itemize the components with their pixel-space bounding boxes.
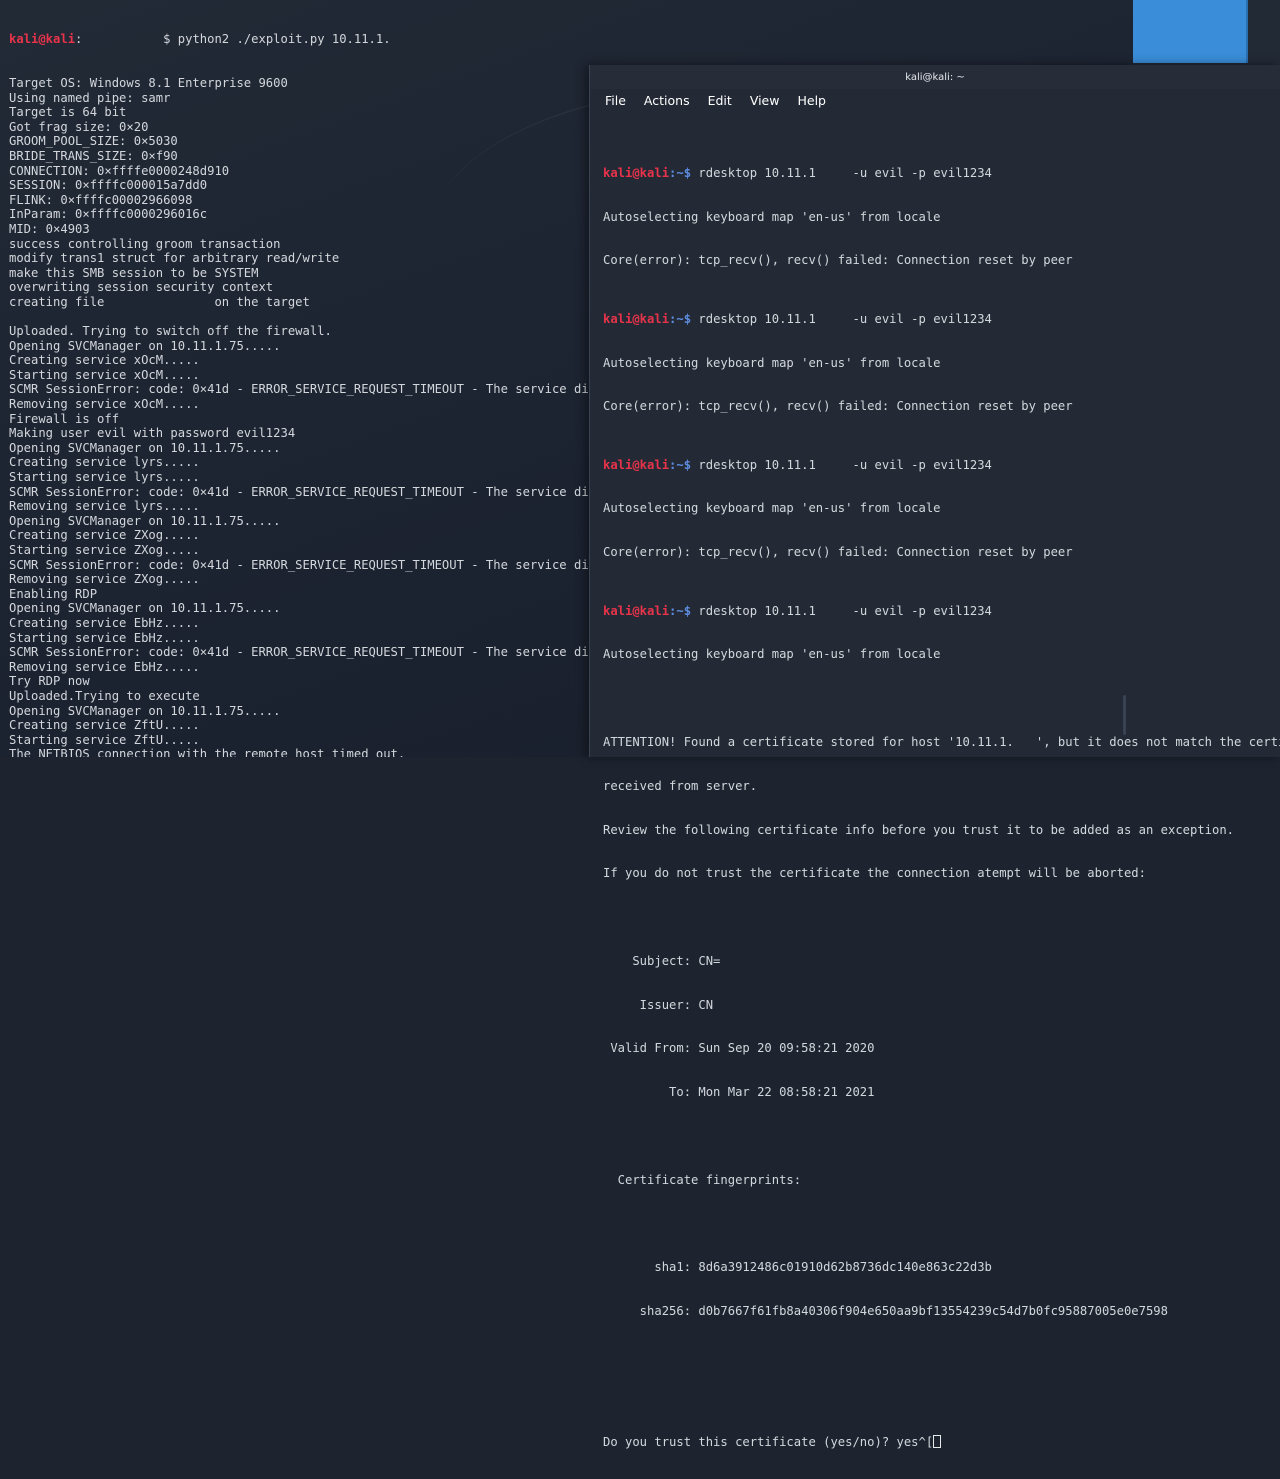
bg-command-line: kali@kali: $ python2 ./exploit.py 10.11.… (9, 32, 391, 47)
fg-command-line: kali@kali:~$ rdesktop 10.11.1 -u evil -p… (603, 603, 992, 618)
fg-command-line: kali@kali:~$ rdesktop 10.11.1 -u evil -p… (603, 457, 992, 472)
cert-subject: Subject: CN= (603, 953, 721, 968)
fg-error-line: Core(error): tcp_recv(), recv() failed: … (603, 399, 1073, 414)
fg-locale-line: Autoselecting keyboard map 'en-us' from … (603, 501, 941, 516)
cert-issuer: Issuer: CN (603, 997, 714, 1012)
fg-error-line: Core(error): tcp_recv(), recv() failed: … (603, 253, 1073, 268)
menu-view[interactable]: View (750, 93, 780, 108)
menu-file[interactable]: File (605, 93, 626, 108)
fg-locale-line: Autoselecting keyboard map 'en-us' from … (603, 355, 941, 370)
fg-command-line: kali@kali:~$ rdesktop 10.11.1 -u evil -p… (603, 311, 992, 326)
menu-help[interactable]: Help (797, 93, 826, 108)
fg-error-line: Core(error): tcp_recv(), recv() failed: … (603, 545, 1073, 560)
attention-line: If you do not trust the certificate the … (603, 866, 1146, 881)
foreground-terminal-output[interactable]: kali@kali:~$ rdesktop 10.11.1 -u evil -p… (603, 122, 1280, 1479)
trust-question: Do you trust this certificate (yes/no)? … (603, 1435, 934, 1450)
fingerprint-sha1: sha1: 8d6a3912486c01910d62b8736dc140e863… (603, 1260, 992, 1275)
fingerprints-header: Certificate fingerprints: (603, 1172, 802, 1187)
fg-locale-line: Autoselecting keyboard map 'en-us' from … (603, 647, 941, 662)
cert-valid-to: To: Mon Mar 22 08:58:21 2021 (603, 1085, 875, 1100)
window-title: kali@kali: ~ (905, 71, 965, 83)
workspace-preview[interactable] (1133, 0, 1248, 63)
bg-command: python2 ./exploit.py 10.11.1. (177, 32, 391, 47)
scrollbar[interactable] (1123, 695, 1126, 735)
fg-locale-line: Autoselecting keyboard map 'en-us' from … (603, 209, 941, 224)
attention-line: ATTENTION! Found a certificate stored fo… (603, 734, 1280, 749)
fg-command-line: kali@kali:~$ rdesktop 10.11.1 -u evil -p… (603, 165, 992, 180)
menubar: File Actions Edit View Help (590, 89, 1280, 112)
window-titlebar[interactable]: kali@kali: ~ (590, 65, 1280, 89)
menu-actions[interactable]: Actions (644, 93, 690, 108)
cert-valid-from: Valid From: Sun Sep 20 09:58:21 2020 (603, 1041, 875, 1056)
fingerprint-sha256: sha256: d0b7667f61fb8a40306f904e650aa9bf… (603, 1304, 1168, 1319)
attention-line: received from server. (603, 778, 758, 793)
bg-prompt-user: kali@kali (9, 32, 76, 47)
text-cursor (933, 1435, 942, 1449)
menu-edit[interactable]: Edit (708, 93, 732, 108)
attention-line: Review the following certificate info be… (603, 822, 1235, 837)
foreground-terminal-window[interactable]: kali@kali: ~ File Actions Edit View Help… (589, 65, 1280, 1449)
trust-question-line: Do you trust this certificate (yes/no)? … (603, 1435, 1280, 1450)
